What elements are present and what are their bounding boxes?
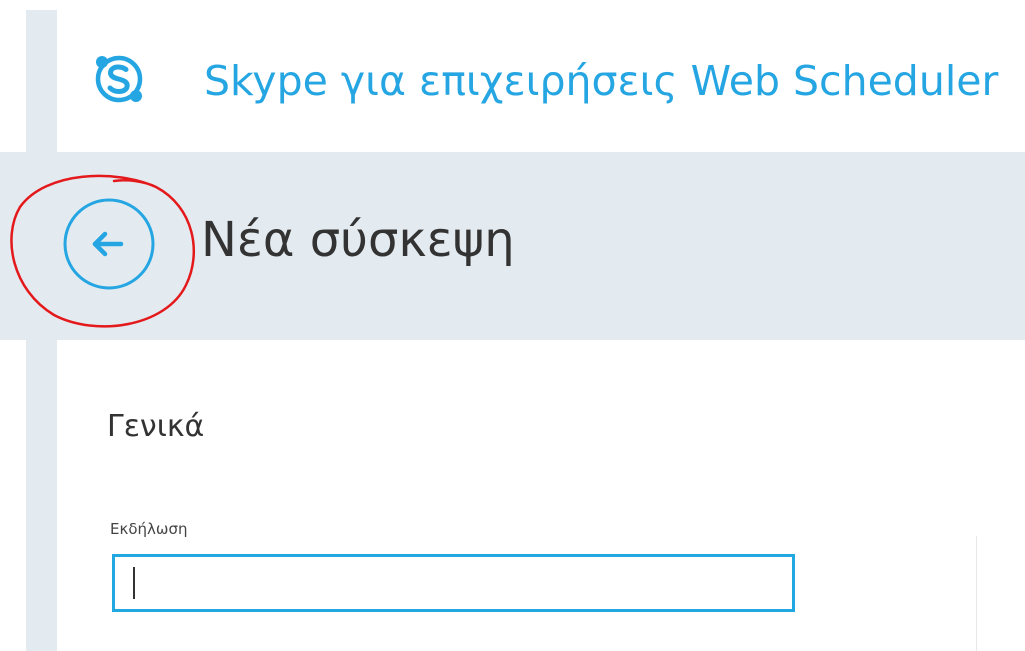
app-title: Skype για επιχειρήσεις Web Scheduler bbox=[204, 57, 999, 105]
app-header: Skype για επιχειρήσεις Web Scheduler bbox=[57, 10, 1025, 152]
page-title: Νέα σύσκεψη bbox=[201, 212, 515, 268]
event-input[interactable] bbox=[112, 554, 795, 612]
event-field-label: Εκδήλωση bbox=[110, 520, 188, 538]
back-button[interactable] bbox=[62, 197, 156, 291]
section-title-general: Γενικά bbox=[107, 409, 205, 444]
back-arrow-icon bbox=[63, 198, 155, 290]
skype-logo-icon bbox=[95, 55, 143, 103]
vertical-divider bbox=[976, 536, 977, 651]
content-area: Γενικά Εκδήλωση bbox=[57, 340, 1025, 651]
text-caret bbox=[133, 567, 135, 599]
